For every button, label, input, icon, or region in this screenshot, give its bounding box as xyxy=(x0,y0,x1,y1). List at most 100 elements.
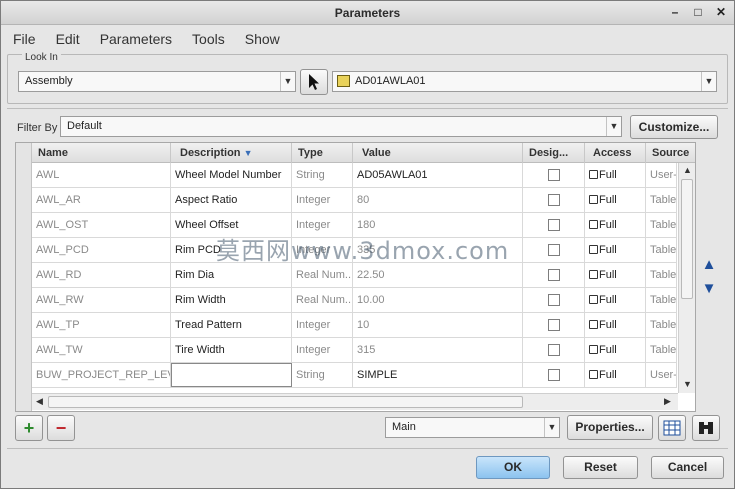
properties-button[interactable]: Properties... xyxy=(567,415,653,440)
column-header-value[interactable]: Value xyxy=(353,143,523,163)
cell-type[interactable]: Integer xyxy=(292,313,353,337)
menu-tools[interactable]: Tools xyxy=(192,31,225,47)
cell-designate[interactable] xyxy=(523,288,585,312)
designate-checkbox[interactable] xyxy=(548,269,560,281)
cell-source[interactable]: User- xyxy=(646,163,677,187)
cell-source[interactable]: Table xyxy=(646,188,677,212)
cell-designate[interactable] xyxy=(523,313,585,337)
cell-access[interactable]: Full xyxy=(585,288,646,312)
menu-parameters[interactable]: Parameters xyxy=(100,31,172,47)
column-header-access[interactable]: Access xyxy=(585,143,646,163)
scroll-up-icon[interactable]: ▲ xyxy=(683,165,692,175)
move-down-arrow-icon[interactable]: ▼ xyxy=(701,281,717,297)
cell-value[interactable]: 80 xyxy=(353,188,523,212)
cell-value[interactable]: 10 xyxy=(353,313,523,337)
find-button[interactable] xyxy=(692,415,720,441)
menu-file[interactable]: File xyxy=(13,31,36,47)
cell-description[interactable]: Rim Dia xyxy=(171,263,292,287)
designate-checkbox[interactable] xyxy=(548,369,560,381)
designate-checkbox[interactable] xyxy=(548,169,560,181)
cell-source[interactable]: Table xyxy=(646,288,677,312)
cell-name[interactable]: AWL_RW xyxy=(32,288,171,312)
cell-name[interactable]: AWL_TP xyxy=(32,313,171,337)
cell-value[interactable]: AD05AWLA01 xyxy=(353,163,523,187)
cell-name[interactable]: AWL_RD xyxy=(32,263,171,287)
cell-access[interactable]: Full xyxy=(585,313,646,337)
cell-access[interactable]: Full xyxy=(585,188,646,212)
cell-source[interactable]: Table xyxy=(646,263,677,287)
cell-value[interactable]: 22.50 xyxy=(353,263,523,287)
context-select[interactable]: Assembly ▼ xyxy=(18,71,296,92)
cell-designate[interactable] xyxy=(523,213,585,237)
table-row[interactable]: AWL Wheel Model Number String AD05AWLA01 Ful… xyxy=(32,163,677,188)
close-button[interactable]: ✕ xyxy=(714,4,728,20)
add-parameter-button[interactable]: + xyxy=(15,415,43,441)
reset-button[interactable]: Reset xyxy=(563,456,638,479)
horizontal-scrollbar[interactable]: ◀ ▶ xyxy=(32,393,678,410)
table-row[interactable]: AWL_RW Rim Width Real Num... 10.00 Full Table xyxy=(32,288,677,313)
table-view-button[interactable] xyxy=(658,415,686,441)
cell-description[interactable]: Rim Width xyxy=(171,288,292,312)
cell-name[interactable]: AWL_PCD xyxy=(32,238,171,262)
cell-value[interactable]: 10.00 xyxy=(353,288,523,312)
model-select[interactable]: AD01AWLA01 ▼ xyxy=(332,71,717,92)
table-row[interactable]: AWL_TW Tire Width Integer 315 Full Table xyxy=(32,338,677,363)
cell-access[interactable]: Full xyxy=(585,238,646,262)
table-row[interactable]: AWL_TP Tread Pattern Integer 10 Full Table xyxy=(32,313,677,338)
cell-designate[interactable] xyxy=(523,238,585,262)
cell-description[interactable] xyxy=(171,363,292,387)
cell-access[interactable]: Full xyxy=(585,163,646,187)
designate-checkbox[interactable] xyxy=(548,319,560,331)
cell-source[interactable]: Table xyxy=(646,313,677,337)
cell-source[interactable]: User- xyxy=(646,363,677,387)
designate-checkbox[interactable] xyxy=(548,294,560,306)
cell-designate[interactable] xyxy=(523,363,585,387)
cell-access[interactable]: Full xyxy=(585,263,646,287)
cell-name[interactable]: BUW_PROJECT_REP_LEV... xyxy=(32,363,171,387)
cell-description[interactable]: Aspect Ratio xyxy=(171,188,292,212)
column-header-source[interactable]: Source xyxy=(646,143,695,163)
cell-name[interactable]: AWL_TW xyxy=(32,338,171,362)
minimize-button[interactable]: – xyxy=(668,4,682,20)
column-header-name[interactable]: Name xyxy=(32,143,171,163)
cell-value[interactable]: 315 xyxy=(353,338,523,362)
horizontal-scroll-thumb[interactable] xyxy=(48,396,523,408)
cell-description[interactable]: Wheel Model Number xyxy=(171,163,292,187)
cell-type[interactable]: Real Num... xyxy=(292,288,353,312)
cell-source[interactable]: Table xyxy=(646,238,677,262)
view-select[interactable]: Main ▼ xyxy=(385,417,560,438)
maximize-button[interactable]: □ xyxy=(691,4,705,20)
ok-button[interactable]: OK xyxy=(476,456,550,479)
cell-designate[interactable] xyxy=(523,163,585,187)
scroll-right-icon[interactable]: ▶ xyxy=(664,396,671,407)
column-header-type[interactable]: Type xyxy=(292,143,353,163)
cell-access[interactable]: Full xyxy=(585,363,646,387)
cell-access[interactable]: Full xyxy=(585,338,646,362)
cell-source[interactable]: Table xyxy=(646,213,677,237)
designate-checkbox[interactable] xyxy=(548,244,560,256)
cell-value[interactable]: SIMPLE xyxy=(353,363,523,387)
customize-button[interactable]: Customize... xyxy=(630,115,718,139)
cell-name[interactable]: AWL xyxy=(32,163,171,187)
cell-type[interactable]: String xyxy=(292,363,353,387)
cell-name[interactable]: AWL_OST xyxy=(32,213,171,237)
designate-checkbox[interactable] xyxy=(548,219,560,231)
cell-type[interactable]: String xyxy=(292,163,353,187)
scroll-left-icon[interactable]: ◀ xyxy=(36,396,43,407)
column-header-designate[interactable]: Desig... xyxy=(523,143,585,163)
designate-checkbox[interactable] xyxy=(548,344,560,356)
cell-name[interactable]: AWL_AR xyxy=(32,188,171,212)
column-header-description[interactable]: Description ▼ xyxy=(171,143,292,163)
menu-show[interactable]: Show xyxy=(245,31,280,47)
cell-description[interactable]: Tread Pattern xyxy=(171,313,292,337)
table-row[interactable]: AWL_AR Aspect Ratio Integer 80 Full Table xyxy=(32,188,677,213)
select-model-button[interactable] xyxy=(300,69,328,95)
menu-edit[interactable]: Edit xyxy=(56,31,80,47)
filter-select[interactable]: Default ▼ xyxy=(60,116,622,137)
cell-type[interactable]: Real Num... xyxy=(292,263,353,287)
move-up-arrow-icon[interactable]: ▲ xyxy=(701,257,717,273)
cell-type[interactable]: Integer xyxy=(292,188,353,212)
remove-parameter-button[interactable]: − xyxy=(47,415,75,441)
cell-designate[interactable] xyxy=(523,263,585,287)
cancel-button[interactable]: Cancel xyxy=(651,456,724,479)
